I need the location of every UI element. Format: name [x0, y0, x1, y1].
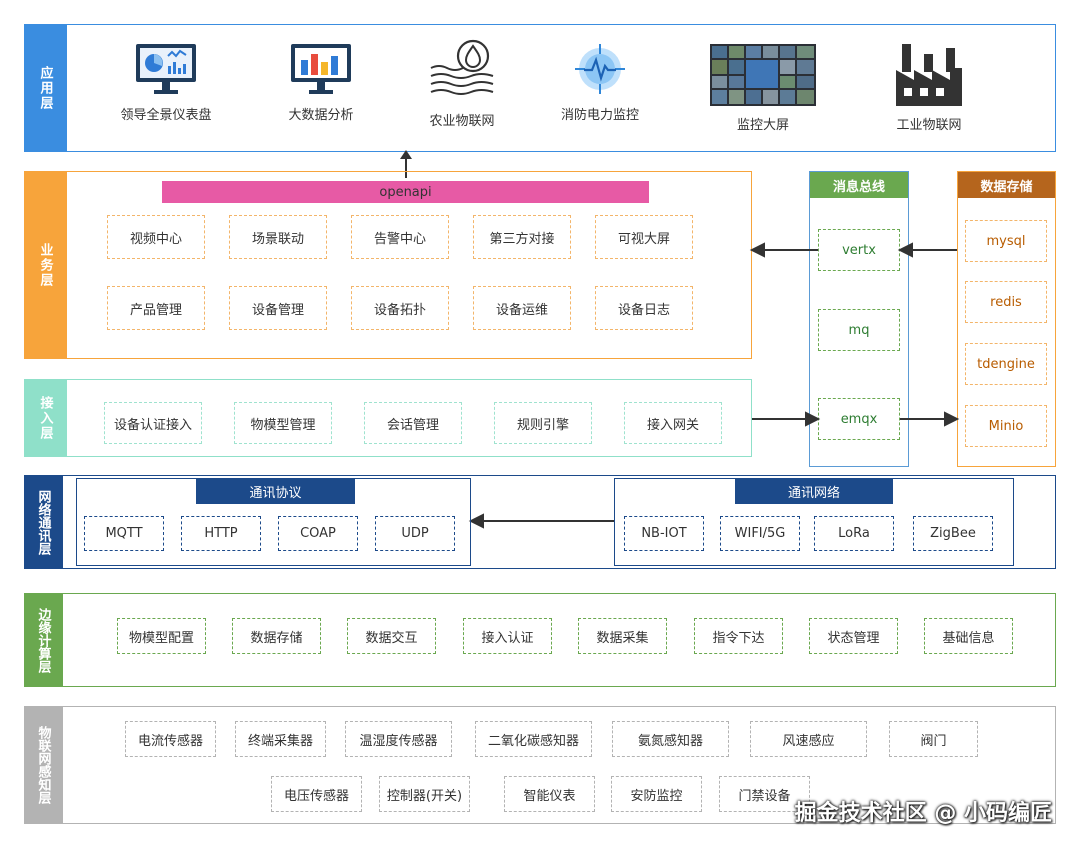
edge-item-data-interaction[interactable]: 数据交互 — [347, 618, 436, 654]
edge-item-basic-info[interactable]: 基础信息 — [924, 618, 1013, 654]
iot-item-voltage-sensor[interactable]: 电压传感器 — [271, 776, 362, 812]
network-item-nbiot[interactable]: NB-IOT — [624, 516, 704, 551]
watermark-text: 掘金技术社区 @ 小码编匠 — [794, 801, 1052, 826]
iot-item-terminal-collector[interactable]: 终端采集器 — [235, 721, 326, 757]
network-item-wifi5g[interactable]: WIFI/5G — [720, 516, 800, 551]
edge-item-status-mgmt[interactable]: 状态管理 — [809, 618, 898, 654]
iot-item-co2-sensor[interactable]: 二氧化碳感知器 — [475, 721, 592, 757]
protocol-item-mqtt[interactable]: MQTT — [84, 516, 164, 551]
network-layer-tab: 网络通讯层 — [24, 475, 62, 569]
iot-item-ammonia-sensor[interactable]: 氨氮感知器 — [612, 721, 729, 757]
network-item-lora[interactable]: LoRa — [814, 516, 894, 551]
protocol-group-title: 通讯协议 — [196, 478, 355, 504]
edge-item-access-auth[interactable]: 接入认证 — [463, 618, 552, 654]
iot-item-security-monitor[interactable]: 安防监控 — [611, 776, 702, 812]
protocol-item-coap[interactable]: COAP — [278, 516, 358, 551]
edge-item-thing-model-config[interactable]: 物模型配置 — [117, 618, 206, 654]
iot-item-smart-meter[interactable]: 智能仪表 — [504, 776, 595, 812]
edge-item-data-storage[interactable]: 数据存储 — [232, 618, 321, 654]
protocol-item-http[interactable]: HTTP — [181, 516, 261, 551]
iot-item-temp-humidity-sensor[interactable]: 温湿度传感器 — [345, 721, 452, 757]
iot-item-current-sensor[interactable]: 电流传感器 — [125, 721, 216, 757]
network-item-zigbee[interactable]: ZigBee — [913, 516, 993, 551]
iot-item-controller-switch[interactable]: 控制器(开关) — [379, 776, 470, 812]
iot-layer-tab: 物联网感知层 — [24, 706, 62, 824]
network-group-title: 通讯网络 — [735, 478, 893, 504]
edge-item-command-dispatch[interactable]: 指令下达 — [694, 618, 783, 654]
edge-item-data-collection[interactable]: 数据采集 — [578, 618, 667, 654]
protocol-item-udp[interactable]: UDP — [375, 516, 455, 551]
iot-item-valve[interactable]: 阀门 — [889, 721, 978, 757]
edge-layer-frame — [62, 593, 1056, 687]
iot-item-wind-speed-sensor[interactable]: 风速感应 — [750, 721, 867, 757]
edge-layer-tab: 边缘计算层 — [24, 593, 62, 687]
